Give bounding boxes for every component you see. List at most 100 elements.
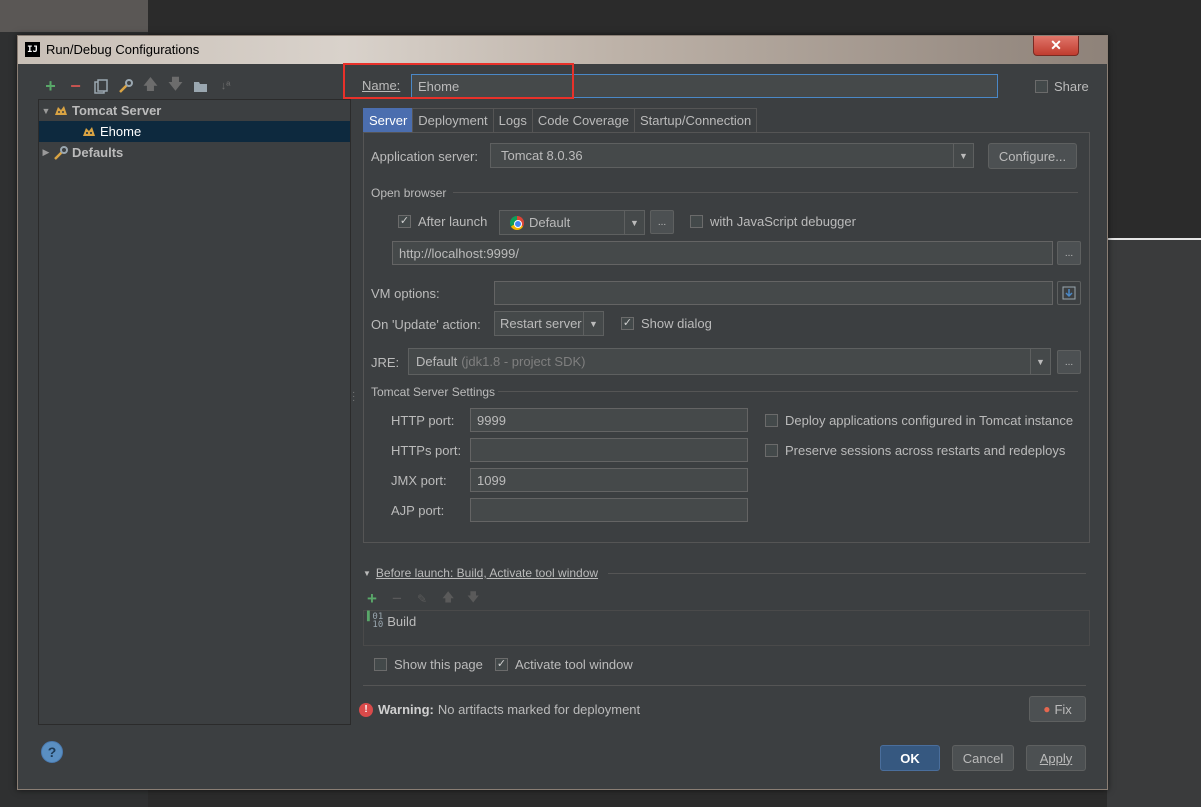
chevron-down-icon[interactable]: ▼ (583, 312, 603, 335)
tab-code-coverage[interactable]: Code Coverage (531, 108, 635, 132)
jre-select[interactable]: Default (jdk1.8 - project SDK) ▼ (408, 348, 1051, 375)
edit-defaults-icon[interactable] (113, 76, 138, 96)
https-port-input[interactable] (470, 438, 748, 462)
splitter-handle[interactable]: · · · (352, 388, 355, 406)
activate-tool-checkbox-box[interactable] (495, 658, 508, 671)
after-launch-checkbox-box[interactable] (398, 215, 411, 228)
tomcat-settings-label: Tomcat Server Settings (371, 385, 496, 399)
warning-bold: Warning: (378, 702, 434, 717)
add-icon[interactable]: + (38, 76, 63, 96)
share-checkbox[interactable]: Share (1035, 79, 1089, 94)
close-button[interactable]: ✕ (1033, 36, 1079, 56)
fix-label: Fix (1054, 701, 1072, 717)
section-divider (498, 391, 1078, 392)
fix-button[interactable]: ● Fix (1029, 696, 1086, 722)
http-port-label: HTTP port: (391, 413, 455, 428)
ok-button[interactable]: OK (880, 745, 940, 771)
chevron-down-icon[interactable]: ▼ (953, 144, 973, 167)
tree-node-tomcat-server[interactable]: ▼ Tomcat Server (39, 100, 162, 121)
move-up-icon[interactable]: 🡅 (442, 588, 458, 609)
apply-button[interactable]: Apply (1026, 745, 1086, 771)
move-down-icon[interactable]: 🡇 (163, 76, 188, 96)
collapse-down-icon[interactable]: ▼ (363, 569, 371, 578)
http-port-input[interactable] (470, 408, 748, 432)
configure-button[interactable]: Configure... (988, 143, 1077, 169)
tab-deployment[interactable]: Deployment (412, 108, 494, 132)
tree-label-defaults: Defaults (72, 145, 124, 160)
section-divider (453, 192, 1078, 193)
sort-icon[interactable]: ↓ª (213, 76, 238, 96)
url-more-button[interactable]: ... (1057, 241, 1081, 265)
on-update-select[interactable]: Restart server ▼ (494, 311, 604, 336)
warning-message: ! Warning: No artifacts marked for deplo… (359, 702, 640, 717)
preserve-sessions-checkbox-box[interactable] (765, 444, 778, 457)
expand-icon[interactable] (1057, 281, 1081, 305)
activate-tool-checkbox[interactable]: Activate tool window (495, 657, 633, 672)
preserve-sessions-label: Preserve sessions across restarts and re… (785, 443, 1066, 458)
tree-label-tomcat-server: Tomcat Server (72, 103, 162, 118)
before-launch-header[interactable]: ▼ Before launch: Build, Activate tool wi… (363, 566, 598, 580)
help-button[interactable]: ? (41, 741, 63, 763)
move-up-icon[interactable]: 🡅 (138, 76, 163, 96)
tab-server[interactable]: Server (363, 108, 414, 132)
on-update-label: On 'Update' action: (371, 317, 481, 332)
preserve-sessions-checkbox[interactable]: Preserve sessions across restarts and re… (765, 443, 1065, 458)
remove-icon[interactable]: − (63, 76, 88, 96)
js-debugger-checkbox-box[interactable] (690, 215, 703, 228)
jre-value: Default (416, 354, 458, 369)
ajp-port-input[interactable] (470, 498, 748, 522)
browser-select[interactable]: Default ▼ (499, 210, 645, 235)
deploy-apps-checkbox-box[interactable] (765, 414, 778, 427)
before-launch-toolbar: + − ✎ 🡅 🡇 (367, 588, 483, 609)
chevron-down-icon[interactable]: ▼ (1030, 349, 1050, 374)
tree-node-defaults[interactable]: ▶ Defaults (39, 142, 124, 163)
expand-right-icon[interactable]: ▶ (39, 147, 53, 158)
vm-options-input[interactable] (494, 281, 1053, 305)
url-input[interactable] (392, 241, 1053, 265)
show-dialog-checkbox-box[interactable] (621, 317, 634, 330)
chevron-down-icon[interactable]: ▼ (624, 211, 644, 234)
build-icon: ▌01 10 (367, 612, 384, 630)
show-page-checkbox[interactable]: Show this page (374, 657, 483, 672)
show-page-checkbox-box[interactable] (374, 658, 387, 671)
title-bar[interactable]: IJ Run/Debug Configurations ✕ (18, 36, 1107, 64)
app-server-select[interactable]: Tomcat 8.0.36 ▼ (490, 143, 974, 168)
edit-icon[interactable]: ✎ (417, 592, 433, 606)
tree-node-ehome[interactable]: Ehome (39, 121, 350, 142)
tab-startup-connection[interactable]: Startup/Connection (633, 108, 758, 132)
jre-label: JRE: (371, 355, 400, 370)
tree-label-ehome: Ehome (100, 124, 142, 139)
add-icon[interactable]: + (367, 589, 383, 609)
show-dialog-checkbox[interactable]: Show dialog (621, 316, 712, 331)
list-item[interactable]: ▌01 10 Build (367, 612, 417, 630)
deploy-apps-checkbox[interactable]: Deploy applications configured in Tomcat… (765, 413, 1073, 428)
defaults-wrench-icon (53, 145, 69, 161)
copy-icon[interactable] (88, 76, 113, 96)
jre-more-button[interactable]: ... (1057, 350, 1081, 374)
after-launch-checkbox[interactable]: After launch (398, 214, 487, 229)
run-debug-dialog: IJ Run/Debug Configurations ✕ + − 🡅 🡇 ↓ª… (17, 35, 1108, 790)
app-server-label: Application server: (371, 149, 478, 164)
browser-more-button[interactable]: ... (650, 210, 674, 234)
tab-logs[interactable]: Logs (492, 108, 533, 132)
before-launch-title: Before launch: Build, Activate tool wind… (375, 566, 599, 580)
jmx-port-input[interactable] (470, 468, 748, 492)
warning-text: No artifacts marked for deployment (437, 702, 641, 717)
move-down-icon[interactable]: 🡇 (467, 588, 483, 609)
remove-icon[interactable]: − (392, 589, 408, 609)
section-divider (363, 685, 1086, 686)
expand-down-icon[interactable]: ▼ (39, 106, 53, 116)
ajp-port-label: AJP port: (391, 503, 445, 518)
background-left-top (0, 0, 148, 32)
cancel-button[interactable]: Cancel (952, 745, 1014, 771)
app-server-value: Tomcat 8.0.36 (501, 148, 583, 163)
browser-value: Default (529, 215, 571, 230)
folder-icon[interactable] (188, 76, 213, 96)
js-debugger-checkbox[interactable]: with JavaScript debugger (690, 214, 856, 229)
build-label: Build (387, 613, 417, 629)
background-right-band (1107, 240, 1201, 807)
share-label: Share (1054, 79, 1089, 94)
share-checkbox-box[interactable] (1035, 80, 1048, 93)
intellij-icon: IJ (25, 42, 40, 57)
config-toolbar: + − 🡅 🡇 ↓ª (38, 76, 238, 96)
